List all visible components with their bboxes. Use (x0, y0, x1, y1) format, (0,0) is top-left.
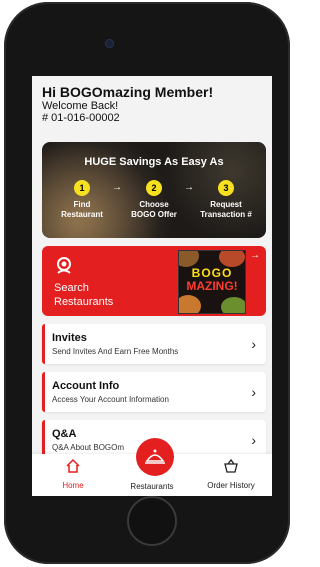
basket-icon (224, 458, 238, 473)
nav-label: Order History (207, 481, 255, 490)
search-restaurants-card[interactable]: Search Restaurants BOGO MAZING! → (42, 246, 266, 316)
camera-icon (106, 40, 113, 47)
welcome-text: Welcome Back! (42, 100, 119, 112)
arrow-right-icon: → (112, 182, 122, 193)
step-label: Request (210, 200, 242, 209)
step-number: 3 (218, 180, 234, 196)
step-request-transaction: 3 Request Transaction # (194, 180, 258, 220)
bogo-promo-image: BOGO MAZING! (178, 250, 246, 314)
nav-home[interactable]: Home (38, 458, 108, 490)
list-item-subtitle: Q&A About BOGOm (52, 443, 125, 452)
list-item-title: Invites (52, 332, 87, 344)
nav-label: Restaurants (130, 482, 174, 491)
savings-banner: HUGE Savings As Easy As 1 Find Restauran… (42, 142, 266, 238)
search-title: Search (54, 282, 89, 294)
list-item-subtitle: Access Your Account Information (52, 395, 169, 404)
phone-frame: Hi BOGOmazing Member! Welcome Back! # 01… (4, 2, 290, 564)
chevron-right-icon: › (251, 384, 256, 400)
restaurants-fab[interactable] (136, 438, 174, 476)
list-item-subtitle: Send Invites And Earn Free Months (52, 347, 179, 356)
step-label: BOGO Offer (131, 210, 177, 219)
nav-label: Home (62, 481, 84, 490)
search-location-icon (54, 256, 74, 276)
logo-text: MAZING! (186, 279, 238, 293)
step-label: Find (73, 200, 91, 209)
step-label: Restaurant (61, 210, 103, 219)
header: Hi BOGOmazing Member! Welcome Back! # 01… (42, 84, 213, 124)
step-label: Choose (139, 200, 169, 209)
step-number: 1 (74, 180, 90, 196)
app-screen: Hi BOGOmazing Member! Welcome Back! # 01… (32, 76, 272, 496)
bogo-logo: BOGO MAZING! (183, 267, 241, 293)
phone-home-button (127, 496, 177, 546)
banner-title: HUGE Savings As Easy As (84, 156, 224, 168)
step-number: 2 (146, 180, 162, 196)
home-icon (66, 458, 80, 473)
step-label: Transaction # (200, 210, 252, 219)
list-item-account-info[interactable]: Account Info Access Your Account Informa… (42, 372, 266, 412)
search-subtitle: Restaurants (54, 296, 114, 308)
accent-bar (42, 372, 45, 412)
chevron-right-icon: › (251, 336, 256, 352)
arrow-right-icon: → (184, 182, 194, 193)
nav-order-history[interactable]: Order History (196, 458, 266, 490)
accent-bar (42, 324, 45, 364)
nav-restaurants[interactable]: Restaurants (117, 480, 187, 491)
step-find-restaurant: 1 Find Restaurant (50, 180, 114, 220)
list-item-title: Q&A (52, 428, 77, 440)
chevron-right-icon: › (251, 432, 256, 448)
step-choose-offer: 2 Choose BOGO Offer (122, 180, 186, 220)
cloche-icon (145, 449, 165, 464)
member-number: # 01-016-00002 (42, 112, 120, 124)
arrow-right-icon: → (250, 250, 260, 261)
list-item-invites[interactable]: Invites Send Invites And Earn Free Month… (42, 324, 266, 364)
greeting: Hi BOGOmazing Member! (42, 84, 214, 100)
list-item-title: Account Info (52, 380, 120, 392)
